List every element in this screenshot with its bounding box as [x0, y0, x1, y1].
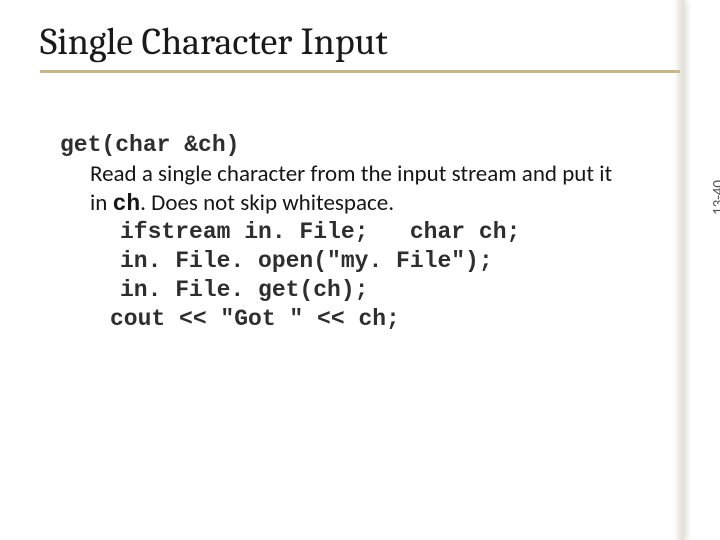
desc-code: ch [113, 191, 141, 217]
slide: Single Character Input get(char &ch) Rea… [0, 0, 720, 540]
slide-body: get(char &ch) Read a single character fr… [0, 81, 720, 333]
accent-bar [674, 0, 684, 540]
function-signature: get(char &ch) [60, 131, 630, 160]
ex1a: ifstream in. File; [120, 219, 368, 245]
example-line-4: cout << "Got " << ch; [110, 305, 630, 334]
page-number: 13-40 [710, 180, 720, 215]
example-line-1: ifstream in. File; char ch; [120, 218, 630, 247]
example-line-2: in. File. open("my. File"); [120, 247, 630, 276]
example-line-3: in. File. get(ch); [120, 276, 630, 305]
title-block: Single Character Input [0, 0, 720, 81]
slide-title: Single Character Input [40, 20, 680, 64]
function-description: Read a single character from the input s… [90, 160, 630, 219]
desc-text-post: . Does not skip whitespace. [140, 189, 394, 217]
ex1b: char ch; [410, 219, 520, 245]
title-underline [40, 70, 680, 73]
